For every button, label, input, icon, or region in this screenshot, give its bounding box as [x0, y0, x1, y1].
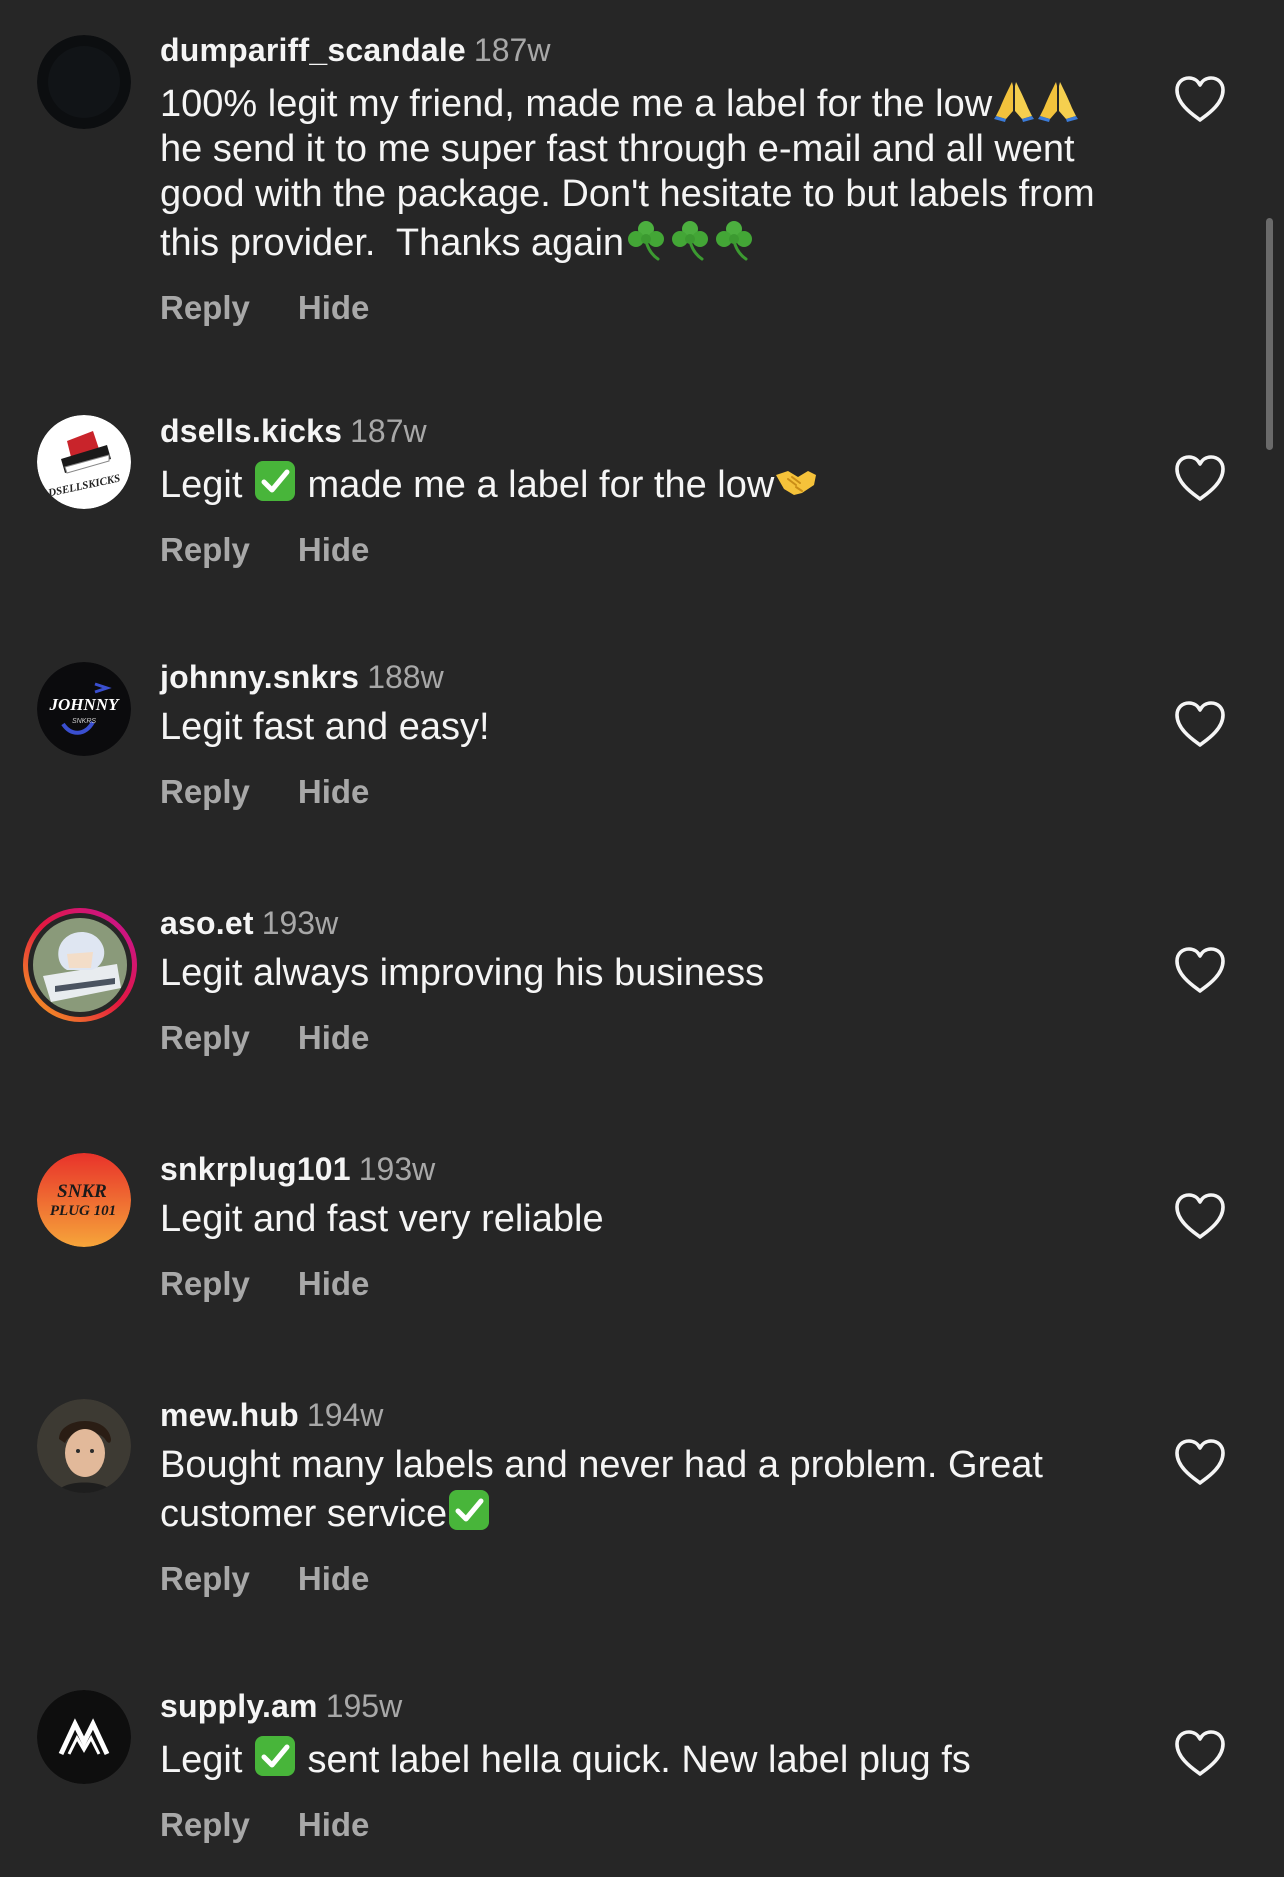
timestamp: 187w: [350, 413, 427, 449]
scrollbar[interactable]: [1266, 218, 1273, 450]
username[interactable]: mew.hub: [160, 1397, 299, 1433]
timestamp: 188w: [367, 659, 444, 695]
timestamp: 195w: [325, 1688, 403, 1724]
hide-button[interactable]: Hide: [298, 288, 370, 328]
avatar[interactable]: [37, 1399, 131, 1493]
hide-button[interactable]: Hide: [298, 772, 370, 812]
username[interactable]: johnny.snkrs: [160, 659, 359, 695]
reply-button[interactable]: Reply: [160, 530, 250, 570]
folded-hands-icon: [992, 78, 1036, 122]
comment-text: Legit sent label hella quick. New label …: [160, 1734, 1120, 1783]
avatar-text: JOHNNY: [49, 695, 121, 714]
reply-button[interactable]: Reply: [160, 1018, 250, 1058]
hide-button[interactable]: Hide: [298, 1559, 370, 1599]
heart-icon[interactable]: [1173, 699, 1227, 749]
avatar[interactable]: SNKR PLUG 101: [37, 1153, 131, 1247]
username[interactable]: dsells.kicks: [160, 413, 342, 449]
shamrock-icon: [668, 217, 712, 261]
comment-text: 100% legit my friend, made me a label fo…: [160, 78, 1120, 266]
timestamp: 193w: [261, 905, 339, 941]
timestamp: 194w: [306, 1397, 384, 1433]
shamrock-icon: [624, 217, 668, 261]
hide-button[interactable]: Hide: [298, 1805, 370, 1845]
heart-icon[interactable]: [1173, 1437, 1227, 1487]
username[interactable]: supply.am: [160, 1688, 318, 1724]
comment-text: Legit always improving his business: [160, 952, 765, 994]
comment-text: Legit and fast very reliable: [160, 1198, 604, 1240]
hide-button[interactable]: Hide: [298, 530, 370, 570]
folded-hands-icon: [1036, 78, 1080, 122]
reply-button[interactable]: Reply: [160, 1559, 250, 1599]
heart-icon[interactable]: [1173, 945, 1227, 995]
avatar[interactable]: [37, 1690, 131, 1784]
avatar[interactable]: JOHNNY SNKRS: [37, 662, 131, 756]
reply-button[interactable]: Reply: [160, 288, 250, 328]
avatar-text: SNKR: [57, 1181, 107, 1202]
check-mark-icon: [253, 459, 297, 503]
heart-icon[interactable]: [1173, 1191, 1227, 1241]
reply-button[interactable]: Reply: [160, 1805, 250, 1845]
comment-text: Legit made me a label for the low: [160, 459, 1120, 508]
check-mark-icon: [447, 1488, 491, 1532]
reply-button[interactable]: Reply: [160, 1264, 250, 1304]
comment-text: Bought many labels and never had a probl…: [160, 1444, 1054, 1535]
timestamp: 193w: [358, 1151, 436, 1187]
hide-button[interactable]: Hide: [298, 1264, 370, 1304]
avatar-subtext: PLUG 101: [50, 1203, 116, 1219]
avatar[interactable]: [37, 35, 131, 129]
heart-icon[interactable]: [1173, 453, 1227, 503]
avatar[interactable]: [21, 906, 139, 1024]
timestamp: 187w: [473, 32, 551, 68]
username[interactable]: aso.et: [160, 905, 254, 941]
avatar[interactable]: DSELLSKICKS: [37, 415, 131, 509]
shamrock-icon: [712, 217, 756, 261]
avatar-subtext: SNKRS: [72, 718, 96, 725]
username[interactable]: dumpariff_scandale: [160, 32, 466, 68]
comment-text: Legit fast and easy!: [160, 706, 490, 748]
handshake-icon: [774, 459, 818, 503]
reply-button[interactable]: Reply: [160, 772, 250, 812]
username[interactable]: snkrplug101: [160, 1151, 351, 1187]
heart-icon[interactable]: [1173, 1728, 1227, 1778]
check-mark-icon: [253, 1734, 297, 1778]
heart-icon[interactable]: [1173, 74, 1227, 124]
hide-button[interactable]: Hide: [298, 1018, 370, 1058]
